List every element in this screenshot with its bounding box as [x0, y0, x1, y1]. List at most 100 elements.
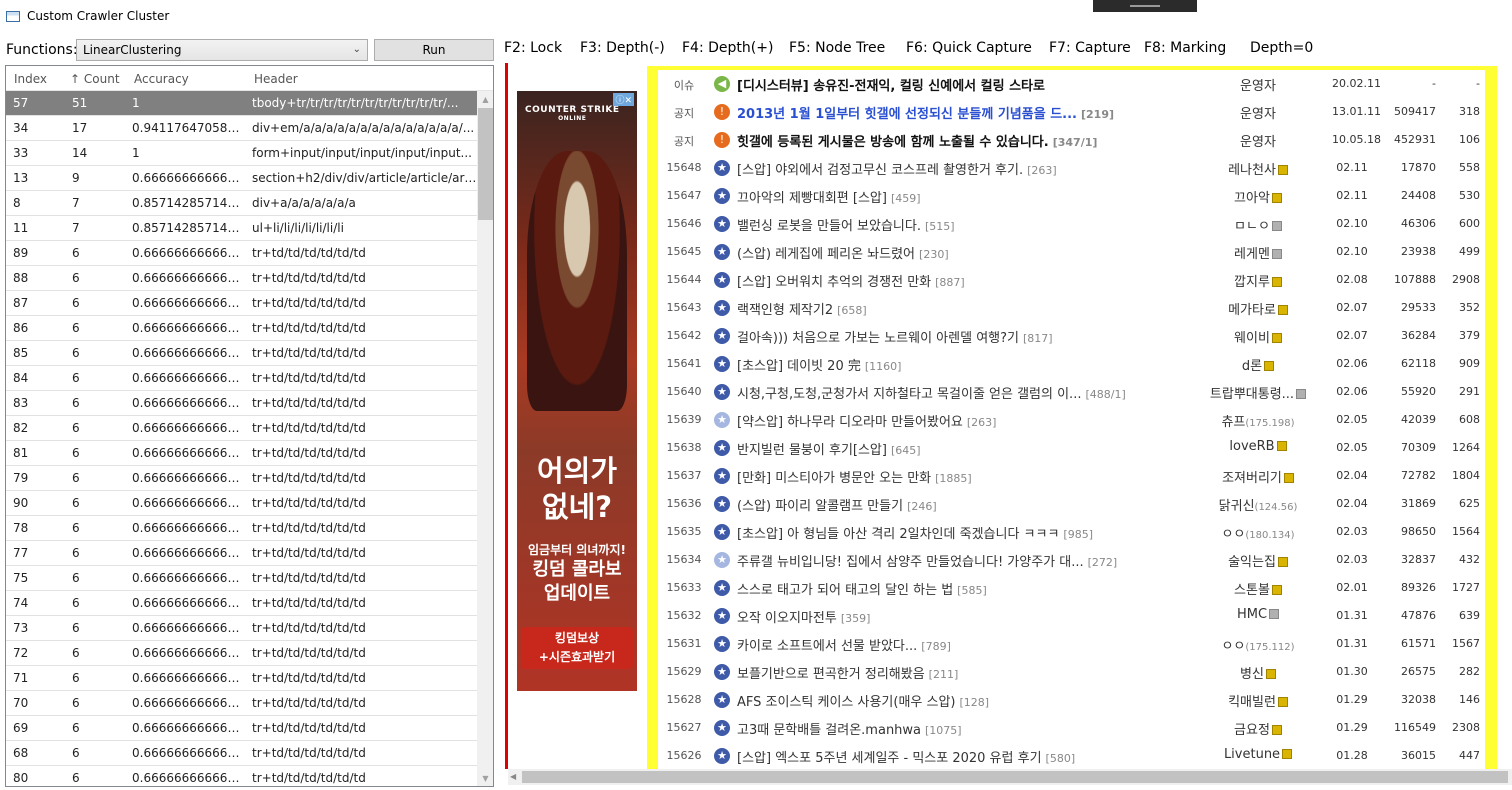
list-item[interactable]: 15627 ★ 고3때 문학배틀 걸려온.manhwa [1075] 금요정 01.29 1… — [658, 714, 1485, 742]
list-item[interactable]: 15642 ★ 걸아속))) 처음으로 가보는 노르웨이 아렌델 여행?기 [817]… — [658, 322, 1485, 350]
post-author[interactable]: 끄아악 — [1198, 187, 1318, 206]
table-row[interactable]: 33 14 1 form+input/input/input/input/input.… — [6, 141, 477, 166]
comment-count[interactable]: [985] — [1063, 528, 1093, 541]
post-author[interactable]: 트랍뿌대통령... — [1198, 383, 1318, 402]
post-author[interactable]: ㅁㄴㅇ — [1198, 215, 1318, 234]
list-item[interactable]: 15645 ★ (스압) 레게집에 페리온 놔드렸어 [230] 레게멘 02.10 239… — [658, 238, 1485, 266]
post-author[interactable]: 조져버리기 — [1198, 467, 1318, 486]
comment-count[interactable]: [1075] — [925, 724, 962, 737]
post-title-link[interactable]: [스압] 야외에서 검정고무신 코스프레 촬영한거 후기. [263] — [737, 159, 1207, 178]
table-row[interactable]: 11 7 0.8571428571428... ul+li/li/li/li/li/l… — [6, 216, 477, 241]
post-author[interactable]: Livetune — [1198, 747, 1318, 762]
table-row[interactable]: 79 6 0.6666666666666... tr+td/td/td/td/td/t… — [6, 466, 477, 491]
list-item[interactable]: 이슈 ◀ [디시스터뷰] 송유진-전재익, 컬링 신예에서 컬링 스타로 운영자 20.… — [658, 70, 1485, 98]
table-row[interactable]: 34 17 0.9411764705882... div+em/a/a/a/a/a/a… — [6, 116, 477, 141]
list-item[interactable]: 15641 ★ [초스압] 데이빗 20 完 [1160] d론 02.06 62118 90… — [658, 350, 1485, 378]
table-row[interactable]: 88 6 0.6666666666666... tr+td/td/td/td/td/t… — [6, 266, 477, 291]
list-item[interactable]: 15634 ★ 주류갤 뉴비입니당! 집에서 삼양주 만들었습니다! 가양주가 대.… — [658, 546, 1485, 574]
comment-count[interactable]: [580] — [1046, 752, 1076, 765]
list-item[interactable]: 15647 ★ 끄아악의 제빵대회편 [스압] [459] 끄아악 02.11 24408 5… — [658, 182, 1485, 210]
post-title-link[interactable]: [약스압] 하나무라 디오라마 만들어봤어요 [263] — [737, 411, 1207, 430]
post-author[interactable]: 술익는집 — [1198, 551, 1318, 570]
functions-select[interactable]: LinearClustering ⌄ — [76, 39, 368, 61]
table-row[interactable]: 84 6 0.6666666666666... tr+td/td/td/td/td/t… — [6, 366, 477, 391]
post-title-link[interactable]: (스압) 레게집에 페리온 놔드렸어 [230] — [737, 243, 1207, 262]
list-item[interactable]: 15648 ★ [스압] 야외에서 검정고무신 코스프레 촬영한거 후기. [263]… — [658, 154, 1485, 182]
post-title-link[interactable]: 카이로 소프트에서 선물 받았다... [789] — [737, 635, 1207, 654]
list-item[interactable]: 15629 ★ 보플기반으로 편곡한거 정리해봤음 [211] 병신 01.30 26575… — [658, 658, 1485, 686]
list-item[interactable]: 15628 ★ AFS 조이스틱 케이스 사용기(매우 스압) [128] 킥매빌런 01… — [658, 686, 1485, 714]
list-item[interactable]: 15643 ★ 랙잭인형 제작기2 [658] 메가타로 02.07 29533 352 — [658, 294, 1485, 322]
comment-count[interactable]: [246] — [907, 500, 937, 513]
horizontal-scrollbar[interactable]: ◀ — [508, 769, 1512, 785]
list-item[interactable]: 15636 ★ (스압) 파이리 알콜램프 만들기 [246] 닭귀신(124.56) 0… — [658, 490, 1485, 518]
comment-count[interactable]: [789] — [921, 640, 951, 653]
column-accuracy[interactable]: Accuracy — [134, 72, 189, 86]
post-author[interactable]: 웨이비 — [1198, 327, 1318, 346]
post-title-link[interactable]: 밸런싱 로봇을 만들어 보았습니다. [515] — [737, 215, 1207, 234]
grid-vertical-scrollbar[interactable]: ▲ ▼ — [477, 91, 493, 786]
post-title-link[interactable]: 스스로 태고가 되어 태고의 달인 하는 법 [585] — [737, 579, 1207, 598]
post-title-link[interactable]: 끄아악의 제빵대회편 [스압] [459] — [737, 187, 1207, 206]
post-title-link[interactable]: 2013년 1월 1일부터 힛갤에 선정되신 분들께 기념품을 드... [219… — [737, 103, 1207, 122]
list-item[interactable]: 15644 ★ [스압] 오버워치 추억의 경쟁전 만화 [887] 깝지루 02.08 1… — [658, 266, 1485, 294]
comment-count[interactable]: [817] — [1023, 332, 1053, 345]
list-item[interactable]: 15633 ★ 스스로 태고가 되어 태고의 달인 하는 법 [585] 스톤볼 02.0… — [658, 574, 1485, 602]
post-title-link[interactable]: 시청,구청,도청,군청가서 지하철타고 목걸이줄 얻은 갤럼의 이... [488… — [737, 383, 1207, 402]
table-row[interactable]: 57 51 1 tbody+tr/tr/tr/tr/tr/tr/tr/tr/tr/tr… — [6, 91, 477, 116]
table-row[interactable]: 72 6 0.6666666666666... tr+td/td/td/td/td/t… — [6, 641, 477, 666]
post-author[interactable]: 금요정 — [1198, 719, 1318, 738]
scroll-down-icon[interactable]: ▼ — [477, 770, 493, 786]
table-row[interactable]: 86 6 0.6666666666666... tr+td/td/td/td/td/t… — [6, 316, 477, 341]
list-item[interactable]: 15632 ★ 오작 이오지마전투 [359] HMC 01.31 47876 639 — [658, 602, 1485, 630]
table-row[interactable]: 70 6 0.6666666666666... tr+td/td/td/td/td/t… — [6, 691, 477, 716]
post-title-link[interactable]: [초스압] 아 형님들 아산 격리 2일차인데 죽겠습니다 ㅋㅋㅋ [985] — [737, 523, 1207, 542]
comment-count[interactable]: [230] — [919, 248, 949, 261]
post-title-link[interactable]: 걸아속))) 처음으로 가보는 노르웨이 아렌델 여행?기 [817] — [737, 327, 1207, 346]
list-item[interactable]: 15646 ★ 밸런싱 로봇을 만들어 보았습니다. [515] ㅁㄴㅇ 02.10 463… — [658, 210, 1485, 238]
comment-count[interactable]: [459] — [891, 192, 921, 205]
post-author[interactable]: 스톤볼 — [1198, 579, 1318, 598]
post-title-link[interactable]: [스압] 오버워치 추억의 경쟁전 만화 [887] — [737, 271, 1207, 290]
table-row[interactable]: 77 6 0.6666666666666... tr+td/td/td/td/td/t… — [6, 541, 477, 566]
post-title-link[interactable]: AFS 조이스틱 케이스 사용기(매우 스압) [128] — [737, 691, 1207, 710]
list-item[interactable]: 15638 ★ 반지빌런 물붕이 후기[스압] [645] loveRB 02.05 703… — [658, 434, 1485, 462]
comment-count[interactable]: [488/1] — [1085, 388, 1125, 401]
post-author[interactable]: ㅇㅇ(175.112) — [1198, 635, 1318, 654]
comment-count[interactable]: [263] — [1027, 164, 1057, 177]
comment-count[interactable]: [515] — [925, 220, 955, 233]
run-button[interactable]: Run — [374, 39, 494, 61]
post-author[interactable]: HMC — [1198, 607, 1318, 622]
post-author[interactable]: d론 — [1198, 355, 1318, 374]
drag-handle[interactable] — [1093, 0, 1197, 12]
post-author[interactable]: 운영자 — [1198, 103, 1318, 122]
comment-count[interactable]: [887] — [935, 276, 965, 289]
post-author[interactable]: 깝지루 — [1198, 271, 1318, 290]
table-row[interactable]: 75 6 0.6666666666666... tr+td/td/td/td/td/t… — [6, 566, 477, 591]
post-title-link[interactable]: [스압] 엑스포 5주년 세계일주 - 믹스포 2020 유럽 후기 [580] — [737, 747, 1207, 766]
table-row[interactable]: 71 6 0.6666666666666... tr+td/td/td/td/td/t… — [6, 666, 477, 691]
table-row[interactable]: 82 6 0.6666666666666... tr+td/td/td/td/td/t… — [6, 416, 477, 441]
post-title-link[interactable]: 반지빌런 물붕이 후기[스압] [645] — [737, 439, 1207, 458]
post-author[interactable]: 킥매빌런 — [1198, 691, 1318, 710]
comment-count[interactable]: [359] — [841, 612, 871, 625]
post-title-link[interactable]: 고3때 문학배틀 걸려온.manhwa [1075] — [737, 719, 1207, 738]
column-index[interactable]: Index — [14, 72, 47, 86]
post-author[interactable]: 메가타로 — [1198, 299, 1318, 318]
comment-count[interactable]: [219] — [1081, 108, 1114, 121]
list-item[interactable]: 공지! 2013년 1월 1일부터 힛갤에 선정되신 분들께 기념품을 드... [… — [658, 98, 1485, 126]
post-title-link[interactable]: 랙잭인형 제작기2 [658] — [737, 299, 1207, 318]
scroll-left-icon[interactable]: ◀ — [510, 769, 516, 785]
post-title-link[interactable]: [디시스터뷰] 송유진-전재익, 컬링 신예에서 컬링 스타로 — [737, 75, 1207, 94]
horizontal-scrollbar-thumb[interactable] — [522, 771, 1508, 783]
comment-count[interactable]: [1160] — [865, 360, 902, 373]
post-title-link[interactable]: (스압) 파이리 알콜램프 만들기 [246] — [737, 495, 1207, 514]
list-item[interactable]: 15639 ★ [약스압] 하나무라 디오라마 만들어봤어요 [263] 츄프(175.… — [658, 406, 1485, 434]
column-count[interactable]: ↑ Count — [70, 72, 120, 86]
table-row[interactable]: 68 6 0.6666666666666... tr+td/td/td/td/td/t… — [6, 741, 477, 766]
comment-count[interactable]: [1885] — [935, 472, 972, 485]
post-title-link[interactable]: 주류갤 뉴비입니당! 집에서 삼양주 만들었습니다! 가양주가 대... [272… — [737, 551, 1207, 570]
post-author[interactable]: 운영자 — [1198, 131, 1318, 150]
table-row[interactable]: 83 6 0.6666666666666... tr+td/td/td/td/td/t… — [6, 391, 477, 416]
comment-count[interactable]: [347/1] — [1053, 136, 1098, 149]
